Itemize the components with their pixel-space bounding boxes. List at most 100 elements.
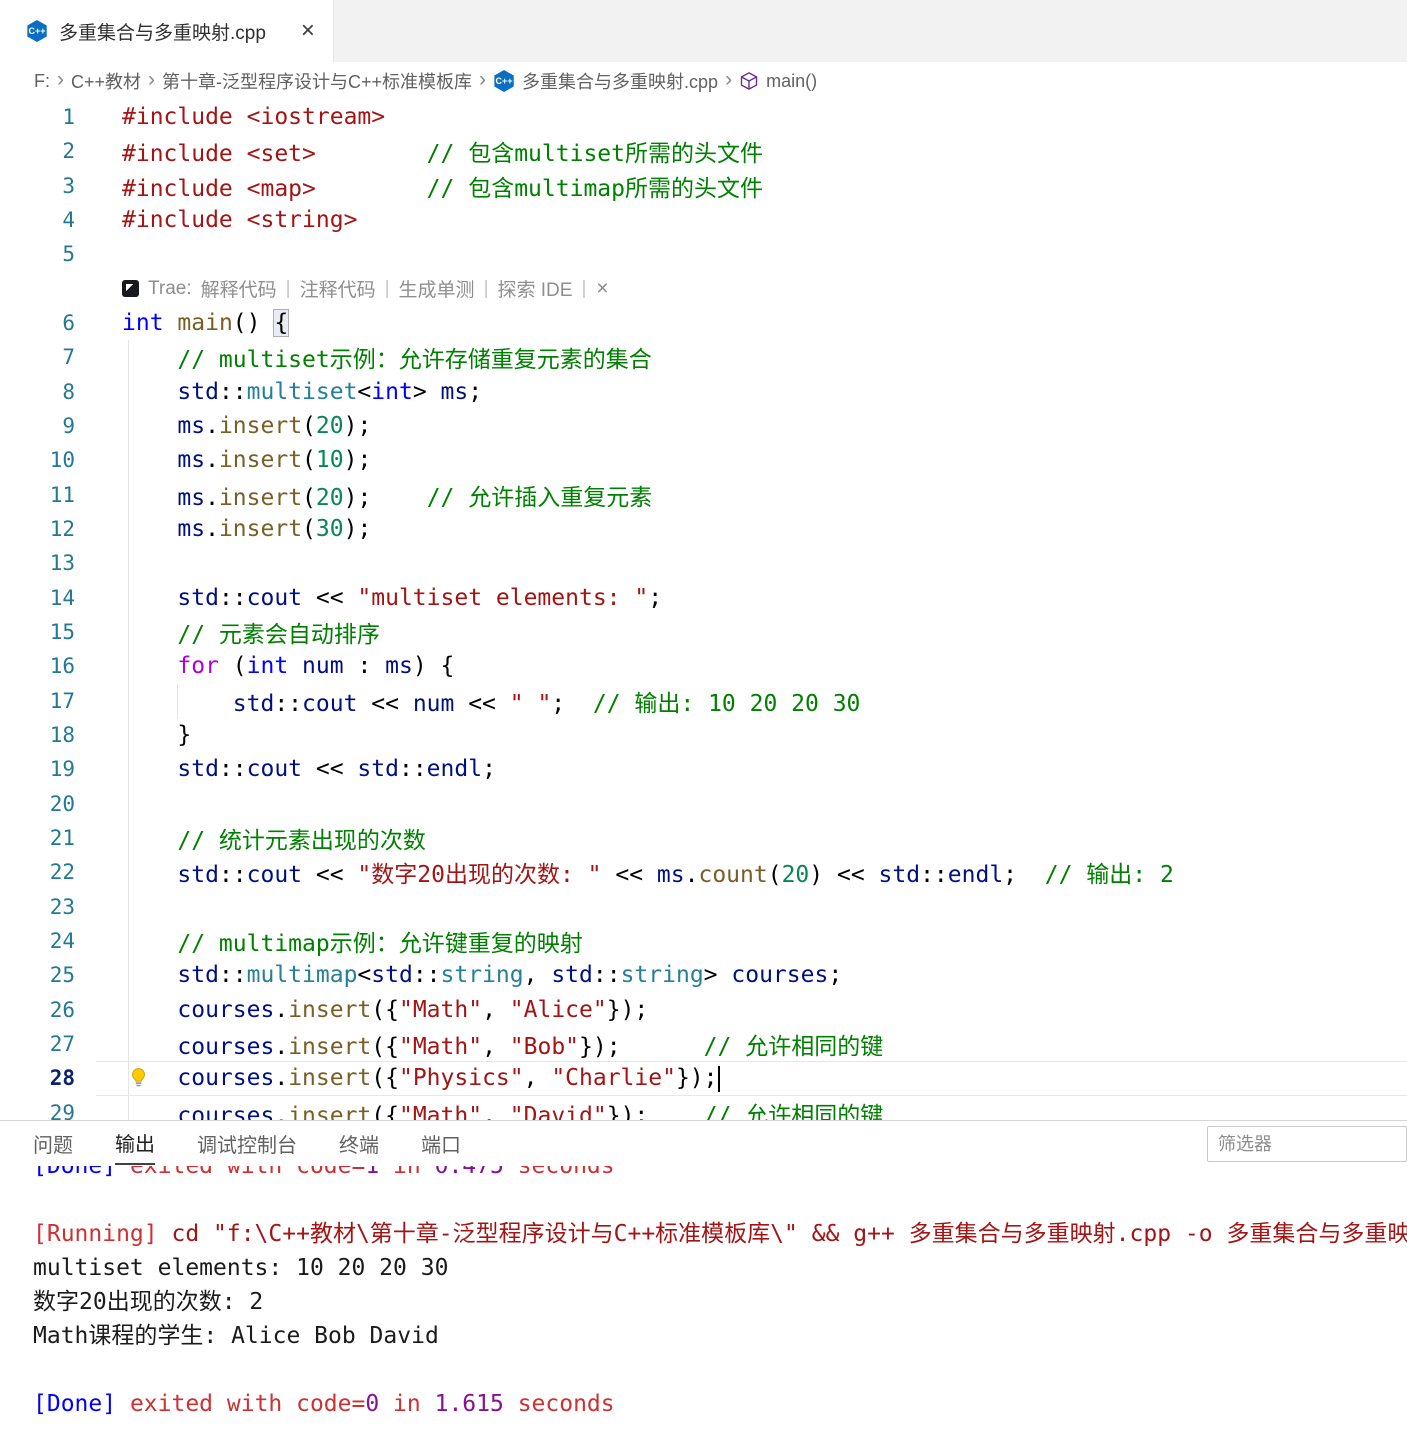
panel-tab-output[interactable]: 输出: [115, 1123, 155, 1165]
trae-action[interactable]: 注释代码: [300, 275, 376, 302]
lightbulb-icon[interactable]: [127, 1066, 150, 1089]
panel-tab-debug-console[interactable]: 调试控制台: [197, 1124, 297, 1164]
breadcrumb-item-drive[interactable]: F:: [34, 71, 50, 92]
code-text[interactable]: ms.insert(30);: [75, 516, 371, 542]
code-line[interactable]: 15 // 元素会自动排序: [0, 615, 1407, 649]
code-line[interactable]: 20: [0, 787, 1407, 821]
code-editor[interactable]: 1 #include <iostream> 2 #include <set> // 包…: [0, 100, 1407, 1120]
line-number: 28: [49, 1066, 75, 1091]
trae-hint-close-icon[interactable]: ×: [596, 277, 608, 301]
line-number: 3: [62, 173, 75, 198]
code-line[interactable]: 3 #include <map> // 包含multimap所需的头文件: [0, 169, 1407, 203]
code-line[interactable]: 16 for (int num : ms) {: [0, 649, 1407, 683]
line-number: 16: [49, 654, 75, 679]
line-number: 1: [62, 105, 75, 130]
trae-inline-hint: Trae: 解释代码 | 注释代码 | 生成单测 | 探索 IDE | ×: [0, 272, 1407, 306]
code-text[interactable]: // 统计元素出现的次数: [75, 821, 426, 855]
line-number: 17: [49, 688, 75, 713]
code-text[interactable]: ms.insert(10);: [75, 447, 371, 473]
tab-file[interactable]: C++ 多重集合与多重映射.cpp ×: [0, 0, 334, 62]
code-text[interactable]: // multiset示例：允许存储重复元素的集合: [75, 340, 651, 374]
code-text[interactable]: // multimap示例：允许键重复的映射: [75, 924, 582, 958]
breadcrumb-item-file[interactable]: C++ 多重集合与多重映射.cpp: [493, 68, 718, 94]
tab-close-icon[interactable]: ×: [301, 19, 315, 43]
code-line[interactable]: 18 }: [0, 718, 1407, 752]
panel-tab-terminal[interactable]: 终端: [339, 1124, 379, 1164]
code-text[interactable]: courses.insert({"Physics", "Charlie"});: [75, 1065, 721, 1092]
line-number: 29: [49, 1100, 75, 1120]
code-line[interactable]: 25 std::multimap<std::string, std::strin…: [0, 958, 1407, 992]
line-number: 12: [49, 517, 75, 542]
code-text[interactable]: std::cout << "数字20出现的次数: " << ms.count(2…: [75, 855, 1173, 889]
code-text[interactable]: for (int num : ms) {: [75, 653, 454, 679]
code-text[interactable]: #include <iostream>: [75, 104, 385, 130]
code-line[interactable]: 7 // multiset示例：允许存储重复元素的集合: [0, 340, 1407, 374]
line-number: 18: [49, 723, 75, 748]
code-line[interactable]: 5: [0, 237, 1407, 271]
line-number: 10: [49, 448, 75, 473]
breadcrumb-item-folder-2[interactable]: 第十章-泛型程序设计与C++标准模板库: [162, 68, 472, 94]
code-line[interactable]: 10 ms.insert(10);: [0, 443, 1407, 477]
code-text[interactable]: std::cout << num << " "; // 输出: 10 20 20…: [75, 684, 861, 718]
output-line: 数字20出现的次数: 2: [33, 1289, 264, 1315]
filter-input[interactable]: [1207, 1126, 1407, 1162]
breadcrumb-item-folder-1[interactable]: C++教材: [71, 68, 141, 94]
code-text[interactable]: int main() {: [75, 310, 289, 337]
code-line[interactable]: 21 // 统计元素出现的次数: [0, 821, 1407, 855]
trae-brand-label: Trae:: [148, 277, 192, 299]
code-text[interactable]: courses.insert({"Math", "David"}); // 允许…: [75, 1096, 883, 1120]
line-number: 26: [49, 997, 75, 1022]
code-text[interactable]: ms.insert(20);: [75, 413, 371, 439]
trae-action[interactable]: 解释代码: [201, 275, 277, 302]
bottom-panel: 问题 输出 调试控制台 终端 端口 [Done] exited with code=1 …: [0, 1120, 1407, 1453]
symbol-method-icon: [740, 72, 758, 90]
code-text[interactable]: std::multiset<int> ms;: [75, 379, 482, 405]
line-number: 15: [49, 620, 75, 645]
code-text[interactable]: courses.insert({"Math", "Alice"});: [75, 997, 648, 1023]
cpp-file-icon: C++: [27, 20, 47, 42]
breadcrumb-label: 第十章-泛型程序设计与C++标准模板库: [162, 72, 473, 92]
code-line[interactable]: 2 #include <set> // 包含multiset所需的头文件: [0, 134, 1407, 168]
panel-tab-ports[interactable]: 端口: [421, 1124, 461, 1164]
code-line[interactable]: 14 std::cout << "multiset elements: ";: [0, 581, 1407, 615]
code-line[interactable]: 11 ms.insert(20); // 允许插入重复元素: [0, 478, 1407, 512]
code-line[interactable]: 9 ms.insert(20);: [0, 409, 1407, 443]
code-line[interactable]: 28 courses.insert({"Physics", "Charlie"}…: [0, 1061, 1407, 1096]
code-line[interactable]: 12 ms.insert(30);: [0, 512, 1407, 546]
code-line[interactable]: 24 // multimap示例：允许键重复的映射: [0, 924, 1407, 958]
breadcrumb-label: C++教材: [71, 72, 142, 92]
code-text[interactable]: std::cout << "multiset elements: ";: [75, 585, 662, 611]
code-line[interactable]: 17 std::cout << num << " "; // 输出: 10 20…: [0, 684, 1407, 718]
code-line[interactable]: 8 std::multiset<int> ms;: [0, 375, 1407, 409]
code-line[interactable]: 13: [0, 546, 1407, 580]
code-text[interactable]: #include <set> // 包含multiset所需的头文件: [75, 134, 763, 168]
code-line[interactable]: 29 courses.insert({"Math", "David"}); //…: [0, 1096, 1407, 1120]
code-line[interactable]: 19 std::cout << std::endl;: [0, 752, 1407, 786]
panel-tab-problems[interactable]: 问题: [33, 1124, 73, 1164]
breadcrumb-item-symbol-main[interactable]: main(): [739, 71, 817, 92]
line-number: 4: [62, 208, 75, 233]
line-number: 19: [49, 757, 75, 782]
code-line[interactable]: 6 int main() {: [0, 306, 1407, 340]
code-text[interactable]: #include <string>: [75, 207, 357, 233]
code-text[interactable]: ms.insert(20); // 允许插入重复元素: [75, 478, 652, 512]
code-text[interactable]: }: [75, 722, 191, 748]
code-text[interactable]: courses.insert({"Math", "Bob"}); // 允许相同…: [75, 1027, 883, 1061]
code-line[interactable]: 22 std::cout << "数字20出现的次数: " << ms.coun…: [0, 855, 1407, 889]
trae-action[interactable]: 生成单测: [399, 275, 475, 302]
code-text[interactable]: std::cout << std::endl;: [75, 756, 496, 782]
code-line[interactable]: 4 #include <string>: [0, 203, 1407, 237]
code-text[interactable]: #include <map> // 包含multimap所需的头文件: [75, 169, 763, 203]
code-line[interactable]: 1 #include <iostream>: [0, 100, 1407, 134]
trae-action[interactable]: 探索 IDE: [498, 275, 573, 302]
trae-separator: |: [384, 277, 390, 299]
trae-separator: |: [285, 277, 291, 299]
code-text[interactable]: // 元素会自动排序: [75, 615, 380, 649]
panel-tab-strip: 问题 输出 调试控制台 终端 端口: [33, 1123, 503, 1165]
line-number: 20: [49, 791, 75, 816]
code-text[interactable]: std::multimap<std::string, std::string> …: [75, 962, 842, 988]
code-line[interactable]: 26 courses.insert({"Math", "Alice"});: [0, 993, 1407, 1027]
code-line[interactable]: 23: [0, 890, 1407, 924]
trae-logo-icon: [122, 280, 139, 298]
code-line[interactable]: 27 courses.insert({"Math", "Bob"}); // 允…: [0, 1027, 1407, 1061]
